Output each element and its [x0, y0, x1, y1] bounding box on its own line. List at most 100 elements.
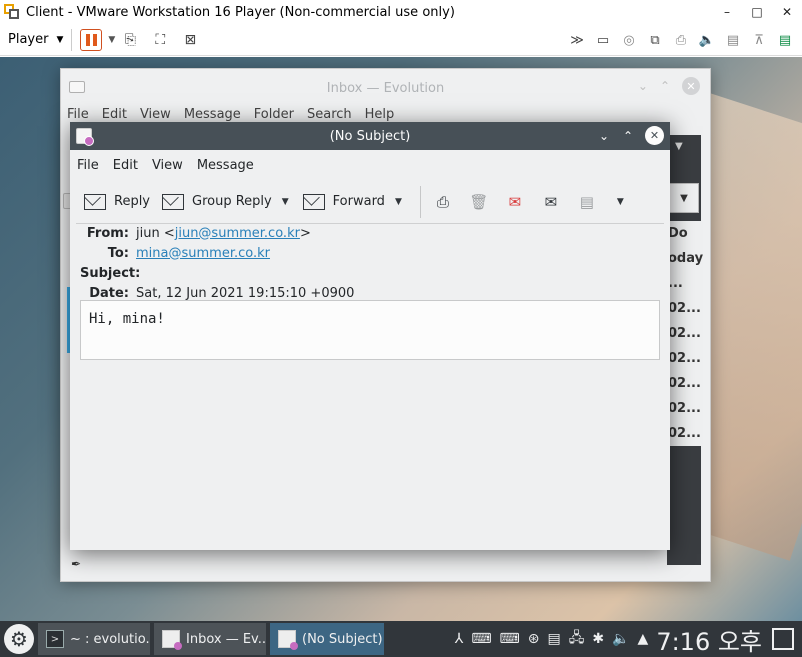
host-close-button[interactable]: ✕ [772, 0, 802, 24]
message-menubar: File Edit View Message [70, 150, 670, 180]
forward-icon [302, 193, 325, 210]
hard-disk-icon[interactable]: ▭ [592, 29, 614, 51]
message-body[interactable]: Hi, mina! [80, 300, 660, 360]
toolbar-separator [419, 185, 421, 218]
group-reply-button[interactable]: Group Reply [162, 193, 272, 210]
pause-vm-button[interactable] [80, 28, 103, 51]
fullscreen-icon[interactable]: ⛶ [149, 29, 171, 51]
show-desktop-button[interactable] [772, 628, 794, 650]
printer-device-icon[interactable]: ⎙ [670, 29, 692, 51]
list-item[interactable]: Do [667, 221, 703, 246]
list-item[interactable]: 02... [667, 371, 703, 396]
task-label: ~ : evolutio... [70, 631, 150, 647]
list-item[interactable]: 02... [667, 346, 703, 371]
mail-app-icon [162, 630, 182, 650]
bluetooth-icon[interactable]: ✱ [592, 631, 604, 647]
guest-taskbar: ⚙ > ~ : evolutio... Inbox — Ev... (No Su… [0, 621, 802, 657]
inbox-window-controls: ⌄ ⌃ ✕ [638, 77, 700, 95]
date-value: Sat, 12 Jun 2021 19:15:10 +0900 [136, 285, 355, 301]
search-scope-dropdown[interactable]: ▼ [669, 183, 699, 213]
from-label: From: [86, 225, 129, 241]
tray-expand-icon[interactable]: ▲ [638, 631, 649, 647]
minimize-icon[interactable]: ⌄ [597, 129, 611, 143]
toolbar-separator [71, 28, 73, 51]
close-icon[interactable]: ✕ [645, 126, 664, 145]
reply-button[interactable]: Reply [84, 193, 151, 210]
updates-icon[interactable]: ⊛ [528, 631, 540, 647]
volume-icon[interactable]: 🔈 [612, 631, 629, 647]
task-terminal[interactable]: > ~ : evolutio... [38, 623, 150, 655]
virtual-keyboard-icon[interactable]: ⌨ [500, 631, 520, 647]
pen-icon[interactable]: ✒ [71, 557, 81, 571]
list-item[interactable]: 02... [667, 321, 703, 346]
trash-icon[interactable]: 🗑 [467, 191, 491, 213]
date-label: Date: [89, 285, 129, 301]
display-device-icon[interactable]: ⊼ [748, 29, 770, 51]
input-method-icon[interactable]: ⅄ [455, 631, 464, 647]
mark-junk-icon[interactable]: ✉ [503, 191, 527, 213]
menu-file[interactable]: File [77, 158, 99, 173]
message-window-controls: ⌄ ⌃ ✕ [597, 126, 664, 145]
from-close: > [299, 225, 311, 241]
maximize-icon[interactable]: ⌃ [621, 129, 635, 143]
list-item[interactable]: 02... [667, 421, 703, 446]
sound-card-icon[interactable]: 🔈 [696, 29, 718, 51]
clock[interactable]: 7:16 오후 [656, 622, 762, 657]
reply-label: Reply [114, 194, 151, 209]
forward-chevron-icon[interactable]: ▼ [395, 197, 402, 207]
host-maximize-button[interactable]: □ [742, 0, 772, 24]
host-minimize-button[interactable]: – [712, 0, 742, 24]
message-window: (No Subject) ⌄ ⌃ ✕ File Edit View Messag… [70, 122, 670, 550]
task-label: Inbox — Ev... [186, 631, 266, 647]
task-no-subject[interactable]: (No Subject) [270, 623, 384, 655]
message-toolbar: Reply Group Reply ▼ Forward ▼ ⎙ 🗑 ✉ ✉ ▤ … [76, 180, 664, 224]
to-row: To: mina@summer.co.kr [80, 243, 354, 263]
mark-not-junk-icon[interactable]: ✉ [539, 191, 563, 213]
list-item[interactable]: 02... [667, 296, 703, 321]
list-item[interactable]: 02... [667, 396, 703, 421]
chevron-down-icon[interactable]: ▼ [675, 141, 683, 152]
overflow-icon[interactable]: ≫ [566, 29, 588, 51]
group-reply-chevron-icon[interactable]: ▼ [282, 197, 289, 207]
message-log-icon[interactable]: ▤ [774, 29, 796, 51]
print-icon[interactable]: ⎙ [431, 191, 455, 213]
send-ctrl-alt-del-icon[interactable]: ⎘ [119, 29, 141, 51]
reply-icon [84, 193, 106, 210]
list-item[interactable]: ... [667, 271, 703, 296]
application-launcher-icon[interactable]: ⚙ [4, 624, 34, 654]
message-date-column: Do oday ... 02... 02... 02... 02... 02..… [667, 221, 703, 446]
menu-view[interactable]: View [152, 158, 183, 173]
task-inbox[interactable]: Inbox — Ev... [154, 623, 266, 655]
player-menu-label: Player [8, 32, 49, 47]
inbox-maximize-icon[interactable]: ⌃ [660, 79, 670, 95]
network-icon[interactable]: 🖧 [569, 627, 585, 651]
menu-edit[interactable]: Edit [113, 158, 138, 173]
subject-label: Subject: [80, 265, 141, 281]
group-reply-label: Group Reply [192, 194, 272, 209]
archive-icon[interactable]: ▤ [575, 191, 599, 213]
clipboard-icon[interactable]: ▤ [548, 631, 561, 647]
from-value: jiun <jiun@summer.co.kr> [136, 226, 311, 241]
host-titlebar: Client - VMware Workstation 16 Player (N… [0, 0, 802, 24]
toolbar-overflow-chevron-icon[interactable]: ▼ [617, 197, 624, 207]
message-window-title: (No Subject) [329, 128, 411, 144]
unity-mode-icon[interactable]: ⊠ [179, 29, 201, 51]
inbox-minimize-icon[interactable]: ⌄ [638, 79, 648, 95]
forward-button[interactable]: Forward [302, 193, 385, 210]
forward-label: Forward [332, 194, 385, 209]
from-email-link[interactable]: jiun@summer.co.kr [175, 226, 300, 241]
inbox-close-icon[interactable]: ✕ [682, 77, 700, 95]
menu-message[interactable]: Message [197, 158, 254, 173]
to-email-link[interactable]: mina@summer.co.kr [136, 246, 270, 261]
from-name: jiun < [136, 225, 175, 241]
player-menu-button[interactable]: Player ▼ [8, 32, 63, 47]
keyboard-layout-icon[interactable]: ⌨ [471, 631, 491, 647]
host-toolbar: Player ▼ ▼ ⎘ ⛶ ⊠ ≫ ▭ ◎ ⧉ ⎙ 🔈 ▤ ⊼ ▤ [0, 24, 802, 56]
pause-options-chevron-icon[interactable]: ▼ [108, 35, 115, 45]
usb-device-icon[interactable]: ▤ [722, 29, 744, 51]
list-item[interactable]: oday [667, 246, 703, 271]
vmware-logo-icon [4, 4, 20, 20]
group-reply-icon [162, 193, 185, 210]
cd-dvd-icon[interactable]: ◎ [618, 29, 640, 51]
network-adapter-icon[interactable]: ⧉ [644, 29, 666, 51]
